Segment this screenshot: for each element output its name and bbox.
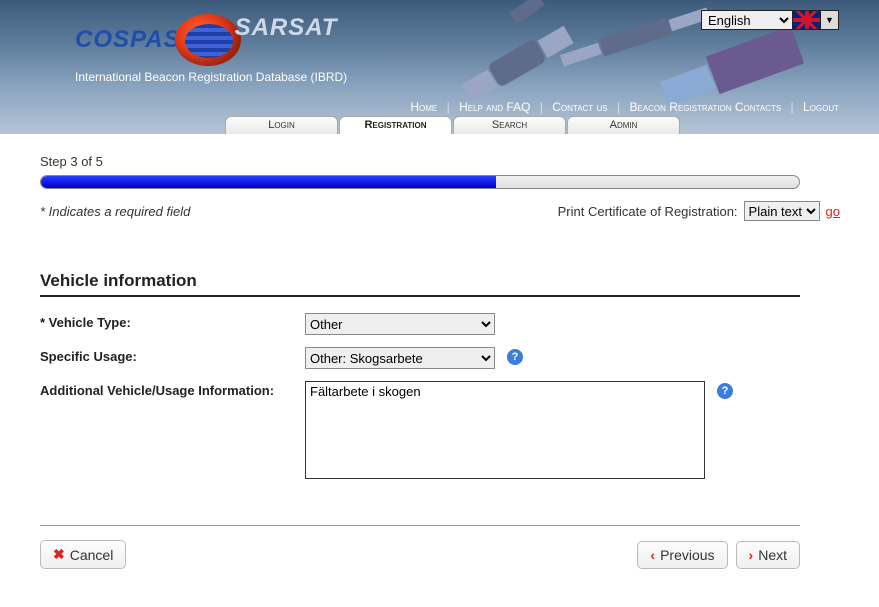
progress-bar [40,175,800,189]
required-fields-note: * Indicates a required field [40,204,190,219]
tab-admin[interactable]: Admin [567,116,680,134]
nav-logout[interactable]: Logout [803,100,839,114]
flag-uk-icon [792,11,820,29]
satellite-decoration [599,18,671,57]
main-content: Step 3 of 5 * Indicates a required field… [40,154,840,569]
print-format-select[interactable]: Plain text [744,201,820,221]
satellite-decoration [706,26,804,94]
language-dropdown[interactable]: English [702,11,792,29]
specific-usage-select[interactable]: Other: Skogsarbete [305,347,495,369]
app-subtitle: International Beacon Registration Databa… [75,70,347,84]
progress-bar-fill [41,176,496,188]
field-specific-usage: Specific Usage: Other: Skogsarbete ? [40,341,800,375]
tab-search[interactable]: Search [453,116,566,134]
specific-usage-label: Specific Usage: [40,347,305,364]
top-nav: Home | Help and FAQ | Contact us | Beaco… [410,100,839,114]
section-heading: Vehicle information [40,271,800,297]
satellite-decoration [487,38,547,88]
brand-logo: COSPAS SARSAT [75,14,347,66]
field-vehicle-type: * Vehicle Type: Other [40,307,800,341]
chevron-down-icon: ▼ [825,15,834,25]
step-indicator: Step 3 of 5 [40,154,840,169]
close-icon: ✖ [53,546,65,563]
language-dropdown-button[interactable]: ▼ [820,11,838,29]
nav-separator: | [540,100,543,114]
nav-contact[interactable]: Contact us [552,100,607,114]
next-button-label: Next [758,547,787,563]
logo-block: COSPAS SARSAT International Beacon Regis… [75,14,347,84]
footer-separator [40,525,800,526]
vehicle-type-label: Vehicle Type: [49,315,131,330]
help-icon[interactable]: ? [717,383,733,399]
nav-separator: | [791,100,794,114]
nav-separator: | [447,100,450,114]
help-icon[interactable]: ? [507,349,523,365]
nav-help[interactable]: Help and FAQ [459,100,530,114]
globe-icon [175,14,241,66]
print-label: Print Certificate of Registration: [558,204,738,219]
nav-beacon-contacts[interactable]: Beacon Registration Contacts [629,100,781,114]
brand-text-right: SARSAT [235,14,338,42]
chevron-right-icon: › [749,547,754,563]
next-button[interactable]: › Next [736,541,800,569]
field-additional-info: Additional Vehicle/Usage Information: ? [40,375,800,485]
additional-info-textarea[interactable] [305,381,705,479]
language-selector[interactable]: English ▼ [701,10,839,30]
previous-button[interactable]: ‹ Previous [637,541,727,569]
cancel-button-label: Cancel [70,547,114,563]
satellite-decoration [509,0,545,24]
nav-separator: | [617,100,620,114]
chevron-left-icon: ‹ [650,547,655,563]
print-go-link[interactable]: go [826,204,840,219]
tab-registration[interactable]: Registration [339,116,452,134]
required-mark: * [40,315,49,330]
tab-login[interactable]: Login [225,116,338,134]
wizard-buttons: ✖ Cancel ‹ Previous › Next [40,540,800,569]
previous-button-label: Previous [660,547,714,563]
cancel-button[interactable]: ✖ Cancel [40,540,126,569]
print-certificate-block: Print Certificate of Registration: Plain… [558,201,840,221]
app-header: COSPAS SARSAT International Beacon Regis… [0,0,879,134]
main-tabs: Login Registration Search Admin [225,116,680,134]
nav-home[interactable]: Home [410,100,437,114]
brand-text-left: COSPAS [75,26,181,54]
additional-info-label: Additional Vehicle/Usage Information: [40,381,305,398]
vehicle-type-select[interactable]: Other [305,313,495,335]
